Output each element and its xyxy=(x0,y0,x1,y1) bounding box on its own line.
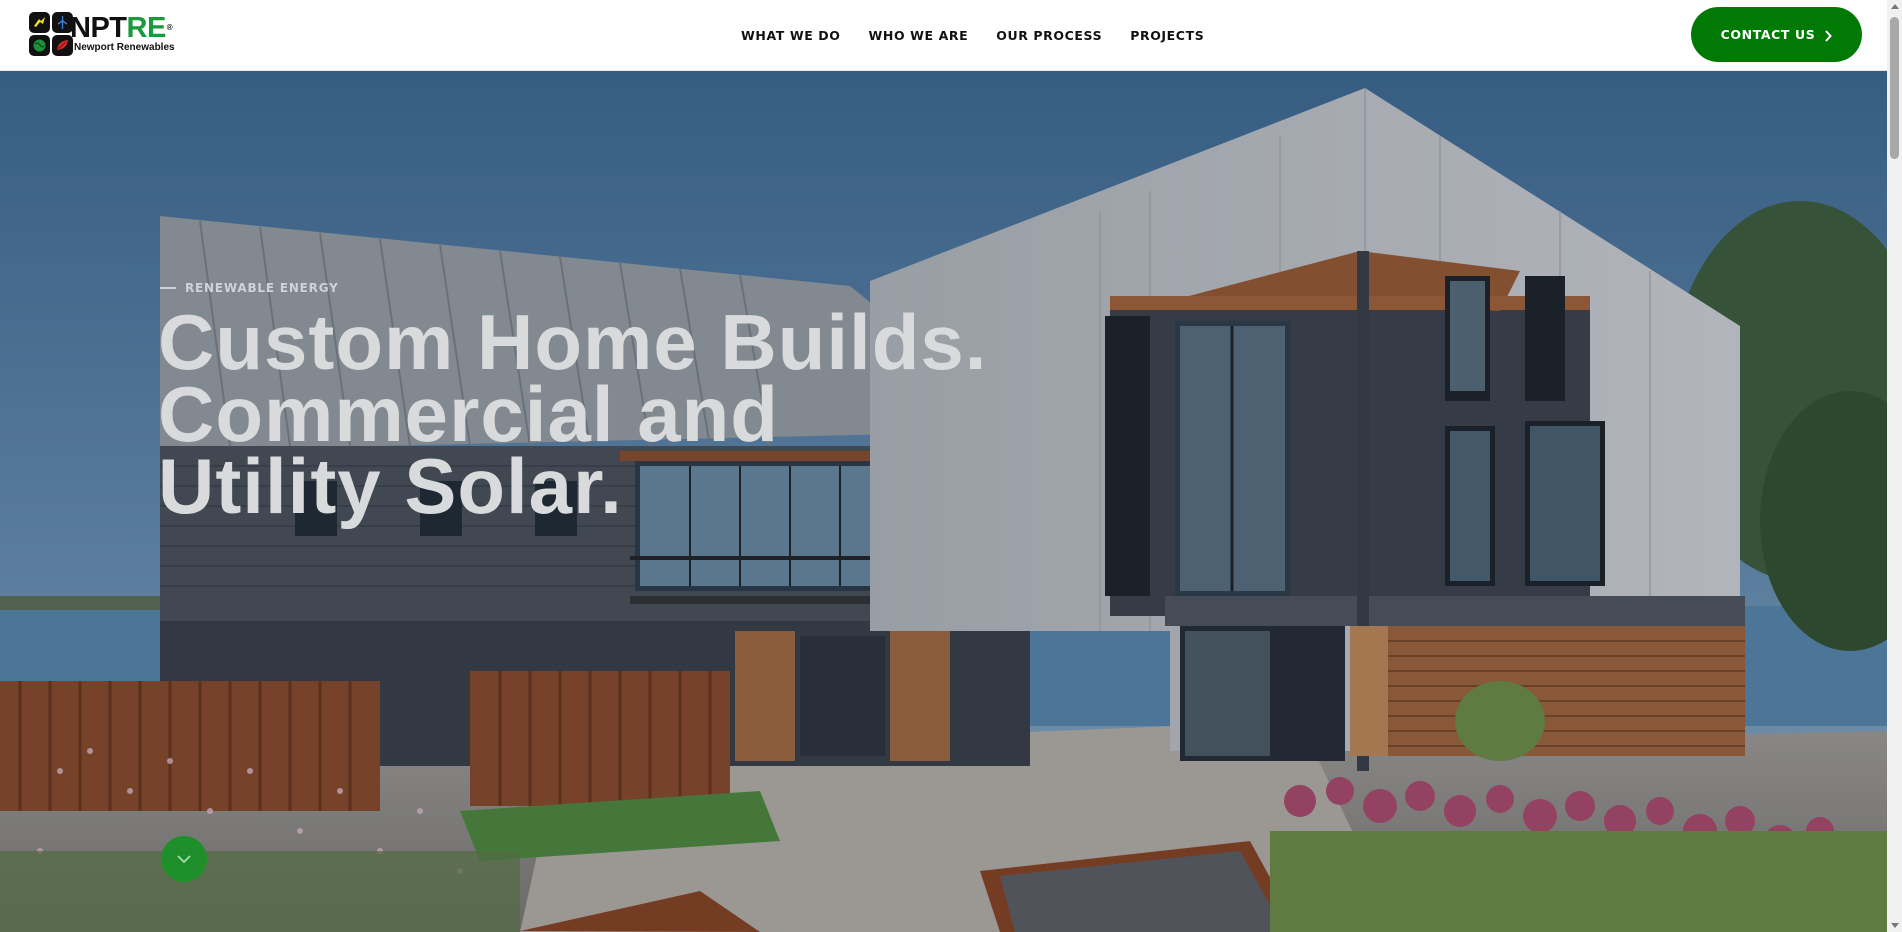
page-scrollbar[interactable] xyxy=(1887,0,1902,932)
logo-registered-mark: ® xyxy=(166,23,173,32)
hero-title-line-2: Commercial and xyxy=(158,370,779,458)
logo-wordmark: NPTRE® xyxy=(70,12,173,44)
logo-wind-icon xyxy=(29,12,50,33)
nav-item-who-we-are[interactable]: WHO WE ARE xyxy=(869,28,969,43)
site-header: NPTRE® Newport Renewables WHAT WE DO WHO… xyxy=(0,0,1887,71)
hero-title-line-1: Custom Home Builds. xyxy=(158,298,988,386)
eyebrow-dash xyxy=(160,287,176,289)
logo[interactable]: NPTRE® Newport Renewables xyxy=(29,12,179,56)
contact-us-label: CONTACT US xyxy=(1720,27,1816,42)
scroll-up-arrow-icon[interactable] xyxy=(1891,4,1899,9)
hero-eyebrow-text: RENEWABLE ENERGY xyxy=(185,281,339,295)
scroll-down-arrow-icon[interactable] xyxy=(1891,923,1899,928)
logo-subtitle: Newport Renewables xyxy=(74,42,175,53)
nav-item-what-we-do[interactable]: WHAT WE DO xyxy=(741,28,841,43)
hero-title-line-3: Utility Solar. xyxy=(158,442,623,530)
main-nav: WHAT WE DO WHO WE ARE OUR PROCESS PROJEC… xyxy=(741,0,1232,71)
logo-wordmark-suffix: RE xyxy=(126,12,167,44)
chevron-right-icon xyxy=(1824,29,1833,42)
scrollbar-thumb[interactable] xyxy=(1890,17,1899,159)
nav-item-projects[interactable]: PROJECTS xyxy=(1130,28,1204,43)
logo-mark xyxy=(29,12,73,56)
nav-item-our-process[interactable]: OUR PROCESS xyxy=(996,28,1102,43)
chevron-down-icon xyxy=(177,855,191,864)
scroll-down-button[interactable] xyxy=(161,836,207,882)
hero-eyebrow: RENEWABLE ENERGY xyxy=(160,281,339,295)
hero-section: RENEWABLE ENERGY Custom Home Builds. Com… xyxy=(0,71,1887,932)
logo-globe-icon xyxy=(29,35,50,56)
hero-title: Custom Home Builds. Commercial and Utili… xyxy=(158,298,1058,530)
logo-wordmark-prefix: NPT xyxy=(70,12,127,44)
contact-us-button[interactable]: CONTACT US xyxy=(1691,7,1862,62)
